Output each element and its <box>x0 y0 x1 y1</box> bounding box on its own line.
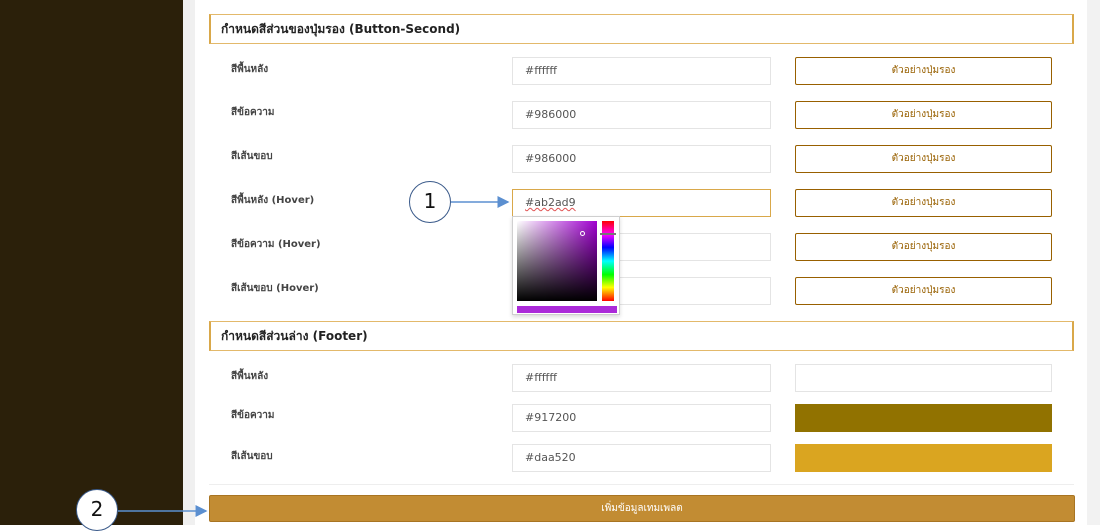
saturation-cursor[interactable] <box>580 231 585 236</box>
footer-text-color-input[interactable]: #917200 <box>512 404 771 432</box>
sidebar <box>0 0 183 525</box>
callout-1: 1 <box>409 181 451 223</box>
section-header-footer: กำหนดสีส่วนล่าง (Footer) <box>209 321 1074 351</box>
footer-border-color-input[interactable]: #daa520 <box>512 444 771 472</box>
footer-label-border-color: สีเส้นขอบ <box>231 451 273 462</box>
footer-bg-swatch <box>795 364 1052 392</box>
footer-bg-color-input[interactable]: #ffffff <box>512 364 771 392</box>
bg-hover-color-value: #ab2ad9 <box>525 196 576 209</box>
footer-text-swatch <box>795 404 1052 432</box>
add-template-button[interactable]: เพิ่มข้อมูลเทมเพลต <box>209 495 1075 522</box>
label-text-color: สีข้อความ <box>231 107 275 118</box>
preview-button-border[interactable]: ตัวอย่างปุ่มรอง <box>795 145 1052 173</box>
preview-button-bg-hover[interactable]: ตัวอย่างปุ่มรอง <box>795 189 1052 217</box>
hue-slider-handle[interactable] <box>600 233 616 235</box>
selected-color-preview <box>517 306 617 313</box>
bg-hover-color-input[interactable]: #ab2ad9 <box>512 189 771 217</box>
bg-color-input[interactable]: #ffffff <box>512 57 771 85</box>
footer-label-text-color: สีข้อความ <box>231 410 275 421</box>
section-header-button-second: กำหนดสีส่วนของปุ่มรอง (Button-Second) <box>209 14 1074 44</box>
label-bg-color: สีพื้นหลัง <box>231 64 269 75</box>
sidebar-gutter <box>183 0 195 525</box>
preview-button-text[interactable]: ตัวอย่างปุ่มรอง <box>795 101 1052 129</box>
form-divider <box>209 484 1074 485</box>
label-border-color: สีเส้นขอบ <box>231 151 273 162</box>
label-text-hover-color: สีข้อความ (Hover) <box>231 239 321 250</box>
color-picker-popup[interactable] <box>512 216 620 315</box>
label-border-hover-color: สีเส้นขอบ (Hover) <box>231 283 319 294</box>
border-color-input[interactable]: #986000 <box>512 145 771 173</box>
right-gutter <box>1087 0 1100 525</box>
footer-border-swatch <box>795 444 1052 472</box>
preview-button-border-hover[interactable]: ตัวอย่างปุ่มรอง <box>795 277 1052 305</box>
saturation-field[interactable] <box>517 221 597 301</box>
text-color-input[interactable]: #986000 <box>512 101 771 129</box>
footer-label-bg-color: สีพื้นหลัง <box>231 371 269 382</box>
preview-button-text-hover[interactable]: ตัวอย่างปุ่มรอง <box>795 233 1052 261</box>
preview-button-bg[interactable]: ตัวอย่างปุ่มรอง <box>795 57 1052 85</box>
label-bg-hover-color: สีพื้นหลัง (Hover) <box>231 195 315 206</box>
